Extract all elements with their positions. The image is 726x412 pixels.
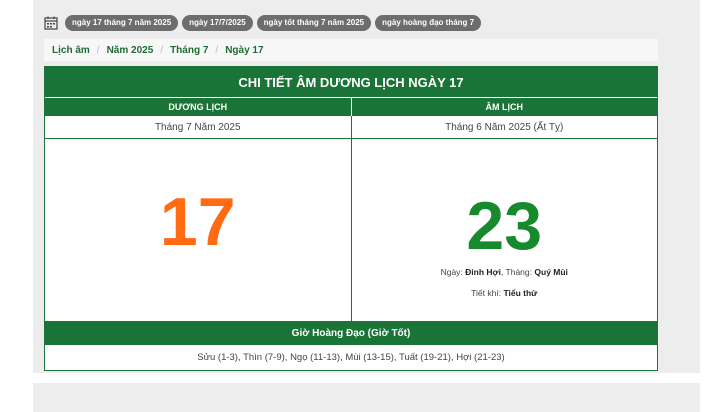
column-header-row: DƯƠNG LỊCH ÂM LỊCH [45, 98, 657, 116]
lunar-month: Tháng 6 Năm 2025 (Ất Tỵ) [351, 116, 657, 139]
breadcrumb-thang[interactable]: Tháng 7 [170, 45, 208, 56]
ngay-value: Đinh Hợi [465, 267, 501, 277]
lunar-day-cell: 23 Ngày: Đinh Hợi, Tháng: Quý Mùi Tiết k… [352, 139, 658, 321]
solar-header: DƯƠNG LỊCH [45, 98, 352, 116]
tag-link[interactable]: ngày hoàng đạo tháng 7 [375, 15, 482, 31]
lunar-day-number: 23 [466, 188, 543, 264]
tiet-khi-label: Tiết khí: [471, 288, 502, 298]
day-row: 17 23 Ngày: Đinh Hợi, Tháng: Quý Mùi Tiế… [45, 139, 657, 321]
tag-list: ngày 17 tháng 7 năm 2025 ngày 17/7/2025 … [44, 14, 482, 32]
calendar-icon [44, 16, 58, 30]
solar-day-cell: 17 [45, 139, 352, 321]
calendar-detail-table: CHI TIẾT ÂM DƯƠNG LỊCH NGÀY 17 DƯƠNG LỊC… [44, 66, 658, 371]
table-title: CHI TIẾT ÂM DƯƠNG LỊCH NGÀY 17 [45, 67, 657, 98]
breadcrumb-ngay[interactable]: Ngày 17 [225, 45, 263, 56]
tag-link[interactable]: ngày 17 tháng 7 năm 2025 [65, 15, 179, 31]
gio-hoang-dao-list: Sửu (1-3), Thìn (7-9), Ngọ (11-13), Mùi … [197, 351, 505, 363]
tiet-khi-value: Tiểu thử [503, 288, 538, 298]
tag-link[interactable]: ngày tốt tháng 7 năm 2025 [256, 15, 372, 31]
month-row: Tháng 7 Năm 2025 Tháng 6 Năm 2025 (Ất Tỵ… [45, 116, 657, 139]
next-panel [33, 383, 700, 412]
breadcrumb: Lịch âm / Năm 2025 / Tháng 7 / Ngày 17 [44, 39, 658, 61]
breadcrumb-separator: / [160, 44, 164, 56]
lunar-header: ÂM LỊCH [351, 98, 657, 116]
thang-label: , Tháng: [500, 267, 533, 277]
breadcrumb-lich-am[interactable]: Lịch âm [52, 45, 90, 56]
solar-month: Tháng 7 Năm 2025 [45, 116, 352, 139]
ngay-label: Ngày: [440, 267, 463, 277]
lunar-tiet-khi: Tiết khí: Tiểu thử [352, 288, 658, 298]
thang-value: Quý Mùi [534, 267, 568, 277]
breadcrumb-separator: / [96, 44, 100, 56]
lunar-can-chi: Ngày: Đinh Hợi, Tháng: Quý Mùi [352, 267, 658, 277]
gio-hoang-dao-title: Giờ Hoàng Đạo (Giờ Tốt) [45, 321, 657, 345]
breadcrumb-separator: / [215, 44, 219, 56]
tag-link[interactable]: ngày 17/7/2025 [182, 15, 253, 31]
solar-day-number: 17 [159, 184, 236, 260]
breadcrumb-nam[interactable]: Năm 2025 [107, 45, 154, 56]
